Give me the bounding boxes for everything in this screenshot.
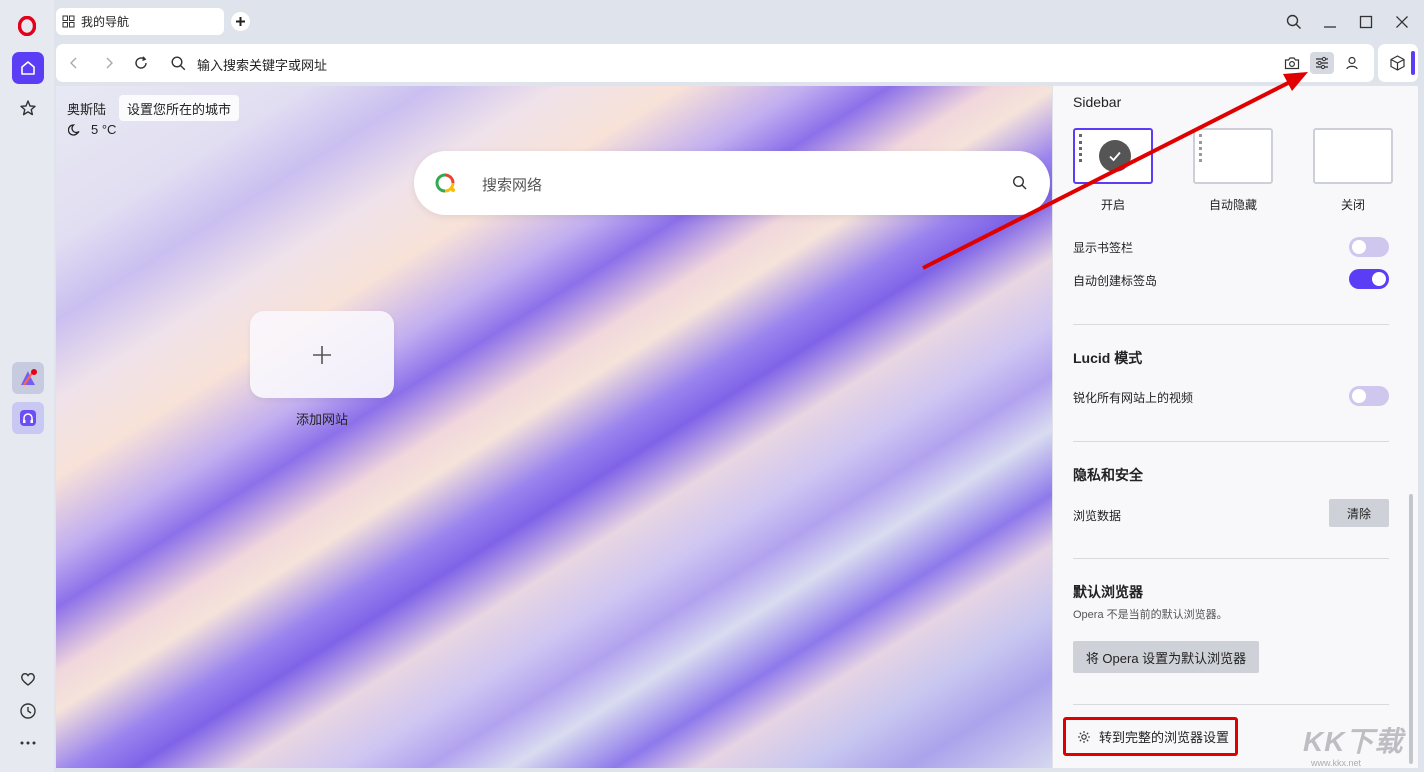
browsing-data-label: 浏览数据 — [1073, 509, 1122, 523]
aria-icon — [21, 369, 37, 386]
tab-my-nav[interactable]: 我的导航 — [56, 8, 224, 35]
tab-search-button[interactable] — [1282, 10, 1306, 34]
sidebar-option-autohide[interactable] — [1193, 128, 1273, 184]
profile-button[interactable] — [1340, 52, 1364, 74]
sidebar-section-title: Sidebar — [1073, 94, 1122, 110]
search-icon — [1286, 14, 1301, 29]
chevron-left-icon — [70, 57, 77, 69]
maximize-button[interactable] — [1354, 10, 1378, 34]
tab-title: 我的导航 — [81, 15, 130, 29]
close-button[interactable] — [1390, 10, 1414, 34]
more-button[interactable] — [12, 727, 44, 759]
headphones-icon — [20, 410, 36, 426]
grid-icon — [62, 15, 75, 28]
panel-scrollbar[interactable] — [1409, 494, 1413, 764]
sidebar-option-autohide-label: 自动隐藏 — [1208, 198, 1257, 212]
plus-icon — [313, 345, 331, 364]
watermark-url: www.kkx.net — [1311, 758, 1362, 768]
search-engine-logo-icon — [435, 173, 455, 193]
full-settings-link[interactable]: 转到完整的浏览器设置 — [1063, 717, 1238, 756]
moon-icon — [68, 124, 80, 136]
extension-indicator — [1411, 51, 1415, 75]
divider — [1073, 704, 1389, 705]
lucid-video-label: 锐化所有网站上的视频 — [1073, 391, 1194, 405]
home-icon — [21, 61, 35, 75]
web-search-box[interactable]: 搜索网络 — [414, 151, 1050, 215]
opera-logo-icon[interactable] — [14, 13, 40, 39]
sidebar-option-on-label: 开启 — [1100, 198, 1125, 212]
weather-temp: 5 °C — [91, 122, 117, 137]
snapshot-button[interactable] — [1280, 52, 1304, 74]
easy-setup-button[interactable] — [1310, 52, 1334, 74]
sidebar-option-off[interactable] — [1313, 128, 1393, 184]
gear-icon — [1078, 730, 1090, 743]
set-default-browser-button[interactable]: 将 Opera 设置为默认浏览器 — [1073, 641, 1259, 673]
address-bar[interactable]: 输入搜索关键字或网址 — [56, 44, 1374, 82]
history-button[interactable] — [12, 695, 44, 727]
home-button[interactable] — [12, 52, 44, 84]
auto-tab-islands-toggle[interactable] — [1349, 269, 1389, 289]
lucid-section-title: Lucid 模式 — [1073, 350, 1143, 366]
watermark-logo: KK下载 — [1303, 726, 1404, 757]
add-site-label: 添加网站 — [295, 412, 348, 427]
clear-data-button[interactable]: 清除 — [1329, 499, 1389, 527]
easy-setup-panel: Sidebar 开启 自动隐藏 关闭 显示书签栏 自动创建标签岛 Lucid 模… — [1052, 86, 1418, 768]
full-settings-label: 转到完整的浏览器设置 — [1099, 730, 1230, 745]
bookmarks-button[interactable] — [12, 92, 44, 124]
add-site-tile[interactable] — [250, 311, 394, 398]
new-tab-button[interactable] — [231, 12, 250, 31]
sliders-icon — [1316, 56, 1328, 70]
maximize-icon — [1359, 15, 1373, 29]
search-icon[interactable] — [1012, 175, 1028, 191]
web-search-input[interactable]: 搜索网络 — [482, 174, 542, 195]
extensions-area[interactable] — [1378, 44, 1418, 82]
divider — [1073, 324, 1389, 325]
show-bookmarks-toggle[interactable] — [1349, 237, 1389, 257]
app-sidebar — [0, 0, 54, 772]
music-player-button[interactable] — [12, 402, 44, 434]
show-bookmarks-label: 显示书签栏 — [1073, 241, 1134, 255]
chevron-right-icon — [106, 57, 113, 69]
sidebar-option-off-label: 关闭 — [1340, 198, 1365, 212]
default-browser-title: 默认浏览器 — [1073, 584, 1143, 600]
address-input[interactable]: 输入搜索关键字或网址 — [197, 55, 327, 74]
minimize-button[interactable] — [1318, 10, 1342, 34]
auto-tab-islands-label: 自动创建标签岛 — [1073, 274, 1158, 288]
check-icon — [1099, 140, 1131, 172]
aria-extension-button[interactable] — [12, 362, 44, 394]
city-tooltip: 设置您所在的城市 — [119, 95, 240, 121]
favorites-button[interactable] — [12, 663, 44, 695]
lucid-video-toggle[interactable] — [1349, 386, 1389, 406]
weather-widget: 5 °C — [68, 122, 116, 137]
more-icon — [20, 741, 36, 745]
default-browser-sub: Opera 不是当前的默认浏览器。 — [1073, 609, 1228, 621]
clock-icon — [20, 703, 36, 719]
camera-icon — [1284, 57, 1300, 70]
star-icon — [20, 100, 36, 116]
close-icon — [1396, 16, 1408, 28]
divider — [1073, 441, 1389, 442]
back-button[interactable] — [64, 53, 84, 73]
heart-icon — [21, 673, 35, 686]
plus-icon — [236, 17, 245, 26]
forward-button[interactable] — [99, 53, 119, 73]
privacy-section-title: 隐私和安全 — [1073, 467, 1143, 483]
user-icon — [1346, 56, 1358, 70]
sidebar-option-on[interactable] — [1073, 128, 1153, 184]
weather-city[interactable]: 奥斯陆 — [67, 99, 106, 118]
minimize-icon — [1324, 26, 1336, 28]
cube-icon — [1390, 55, 1405, 71]
reload-icon — [135, 56, 147, 69]
reload-button[interactable] — [131, 53, 151, 73]
address-search-icon — [168, 53, 188, 73]
divider — [1073, 558, 1389, 559]
